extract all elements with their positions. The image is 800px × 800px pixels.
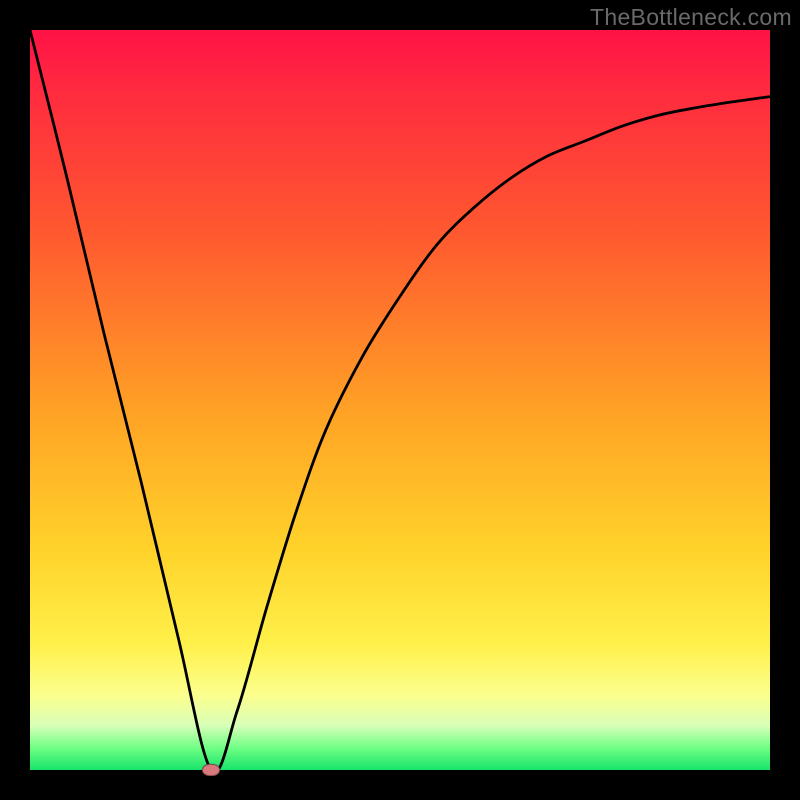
minimum-marker [202, 764, 220, 776]
plot-area [30, 30, 770, 770]
watermark-text: TheBottleneck.com [590, 4, 792, 31]
bottleneck-curve [30, 30, 770, 770]
chart-frame: TheBottleneck.com [0, 0, 800, 800]
curve-line [30, 30, 770, 770]
